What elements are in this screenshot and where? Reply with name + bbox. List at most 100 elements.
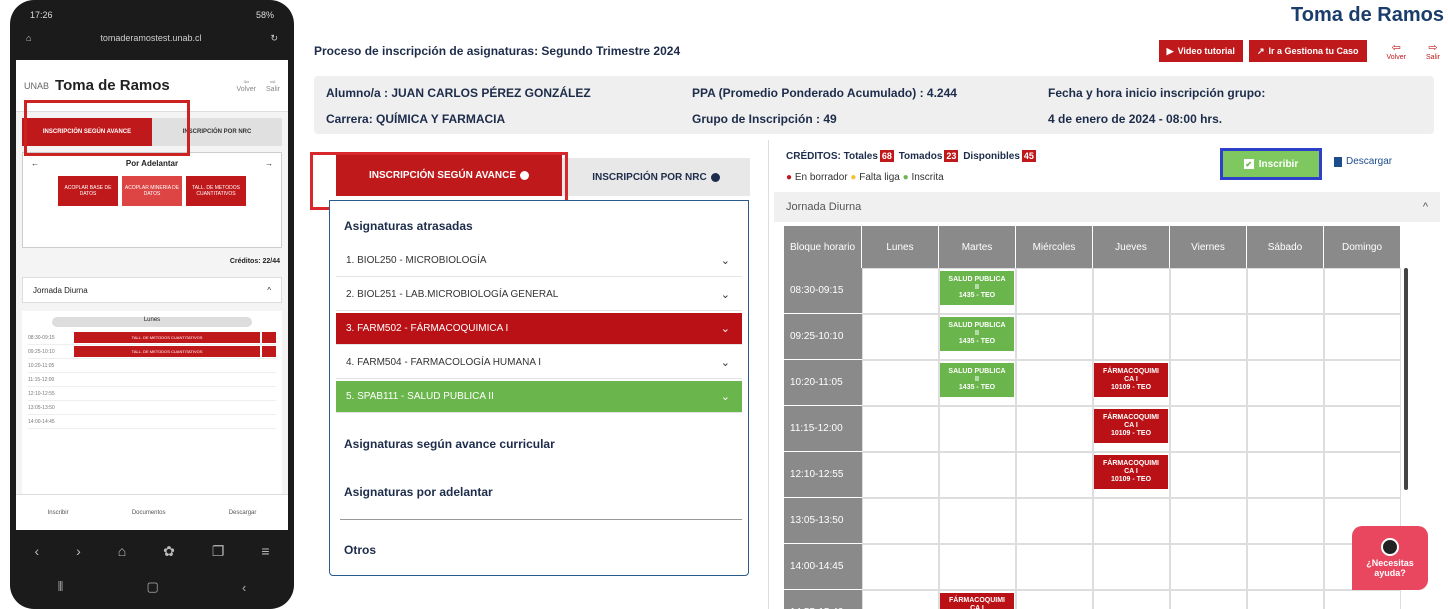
course-item[interactable]: 1. BIOL250 - MICROBIOLOGÍA ⌄ (336, 245, 742, 277)
course-item[interactable]: 5. SPAB111 - SALUD PUBLICA II ⌄ (336, 381, 742, 413)
grid-cell[interactable] (1093, 590, 1170, 609)
grid-cell[interactable] (1170, 268, 1247, 314)
grid-cell[interactable] (1016, 314, 1093, 360)
grid-cell[interactable] (1170, 498, 1247, 544)
arrow-right-icon[interactable]: → (265, 159, 273, 168)
phone-salir-button[interactable]: ⇨ Salir (266, 78, 280, 93)
grid-cell[interactable] (1324, 406, 1401, 452)
grid-cell[interactable] (1324, 268, 1401, 314)
grid-cell[interactable] (1247, 314, 1324, 360)
recent-apps-icon[interactable]: ⦀ (58, 579, 64, 595)
grid-cell[interactable] (1093, 268, 1170, 314)
grid-cell[interactable] (1170, 544, 1247, 590)
grid-cell[interactable] (1170, 314, 1247, 360)
phone-inscribir-tab[interactable]: Inscribir (48, 510, 69, 516)
schedule-event[interactable]: FÁRMACOQUIMI CA I 10109 - TEO (1094, 409, 1168, 443)
grid-cell[interactable] (1016, 360, 1093, 406)
reload-icon[interactable]: ↻ (270, 33, 278, 44)
phone-event[interactable]: TALL. DE METODOS CUANTITATIVOS (74, 346, 260, 357)
volver-button[interactable]: ⇦ Volver (1387, 41, 1406, 61)
scrollbar[interactable] (1404, 268, 1408, 490)
grid-cell[interactable] (1324, 314, 1401, 360)
grid-cell[interactable] (862, 406, 939, 452)
grid-cell[interactable] (1093, 314, 1170, 360)
grid-cell[interactable] (1093, 498, 1170, 544)
grid-cell[interactable] (1170, 360, 1247, 406)
grid-cell[interactable] (1093, 544, 1170, 590)
schedule-event[interactable]: SALUD PUBLICA II 1435 - TEO (940, 363, 1014, 397)
grid-cell[interactable] (1016, 406, 1093, 452)
grid-cell[interactable] (1016, 268, 1093, 314)
grid-cell[interactable] (1170, 590, 1247, 609)
grid-cell[interactable] (862, 452, 939, 498)
grid-cell[interactable] (862, 360, 939, 406)
schedule-event[interactable]: SALUD PUBLICA II 1435 - TEO (940, 317, 1014, 351)
phone-descargar-tab[interactable]: Descargar (229, 510, 257, 516)
course-item[interactable]: 4. FARM504 - FARMACOLOGÍA HUMANA I ⌄ (336, 347, 742, 379)
phone-documentos-tab[interactable]: Documentos (132, 510, 166, 516)
forward-icon[interactable]: › (76, 543, 81, 559)
grid-cell[interactable] (939, 452, 1016, 498)
tabs-icon[interactable]: ❐ (212, 543, 225, 560)
grid-cell[interactable] (1247, 452, 1324, 498)
grid-cell[interactable] (1016, 452, 1093, 498)
phone-volver-button[interactable]: ⇦ Volver (237, 78, 256, 93)
grid-cell[interactable] (1324, 452, 1401, 498)
grid-cell[interactable] (939, 544, 1016, 590)
course-item[interactable]: 3. FARM502 - FÁRMACOQUIMICA I ⌄ (336, 313, 742, 345)
phone-event[interactable]: TALL. DE METODOS CUANTITATIVOS (74, 332, 260, 343)
help-button[interactable]: ¿Necesitas ayuda? (1352, 526, 1428, 590)
home-button-icon[interactable]: ▢ (147, 579, 159, 595)
schedule-event[interactable]: SALUD PUBLICA II 1435 - TEO (940, 271, 1014, 305)
grid-cell[interactable] (862, 268, 939, 314)
tab-inscripcion-nrc[interactable]: INSCRIPCIÓN POR NRC (562, 158, 750, 196)
phone-course-card[interactable]: ACOPLAR BASE DE DATOS (58, 176, 118, 206)
grid-cell[interactable] (1016, 498, 1093, 544)
borrador-dot-icon: ● (786, 172, 793, 183)
home-icon[interactable]: ⌂ (118, 543, 126, 559)
grid-cell[interactable] (1247, 590, 1324, 609)
grid-cell[interactable] (862, 544, 939, 590)
schedule-event[interactable]: FÁRMACOQUIMI CA I 10109 - TEO (1094, 363, 1168, 397)
inscribir-button[interactable]: ✔ Inscribir (1220, 148, 1322, 180)
course-item[interactable]: 2. BIOL251 - LAB.MICROBIOLOGÍA GENERAL ⌄ (336, 279, 742, 311)
grid-cell[interactable] (862, 498, 939, 544)
phone-course-card[interactable]: ACOPLAR MINERIA DE DATOS (122, 176, 182, 206)
back-arrow-icon[interactable]: ‹ (242, 580, 246, 595)
grid-cell[interactable] (939, 406, 1016, 452)
grid-cell[interactable] (1247, 360, 1324, 406)
section-avance-curricular[interactable]: Asignaturas según avance curricular (344, 437, 555, 451)
section-por-adelantar[interactable]: Asignaturas por adelantar (344, 485, 493, 499)
descargar-link[interactable]: Descargar (1334, 156, 1392, 167)
grid-cell[interactable] (1170, 452, 1247, 498)
phone-course-card[interactable]: TALL. DE METODOS CUANTITATIVOS (186, 176, 246, 206)
phone-jornada-header[interactable]: Jornada Diurna ^ (22, 277, 282, 303)
share-icon[interactable]: ✿ (163, 543, 175, 560)
phone-url-bar[interactable]: ⌂ tomaderamostest.unab.cl ↻ (16, 24, 288, 52)
grid-cell[interactable] (862, 314, 939, 360)
jornada-header[interactable]: Jornada Diurna ^ (774, 192, 1440, 222)
grid-cell[interactable] (939, 498, 1016, 544)
trash-icon[interactable] (262, 332, 276, 343)
grid-time-label: 14:55-15:40 (784, 590, 862, 609)
salir-button[interactable]: ⇨ Salir (1426, 41, 1440, 61)
grid-cell[interactable] (862, 590, 939, 609)
grid-cell[interactable] (1247, 406, 1324, 452)
grid-cell[interactable] (1016, 544, 1093, 590)
schedule-event[interactable]: FÁRMACOQUIMI CA I (940, 593, 1014, 609)
menu-icon[interactable]: ≡ (261, 543, 269, 559)
grid-cell[interactable] (1170, 406, 1247, 452)
video-tutorial-button[interactable]: ▶ Video tutorial (1158, 40, 1243, 62)
arrow-left-icon[interactable]: ← (31, 159, 39, 168)
gestiona-caso-button[interactable]: ↗ Ir a Gestiona tu Caso (1248, 40, 1367, 62)
grid-cell[interactable] (1016, 590, 1093, 609)
grid-cell[interactable] (1247, 544, 1324, 590)
back-icon[interactable]: ‹ (34, 543, 39, 559)
grid-cell[interactable] (1324, 590, 1401, 609)
section-otros[interactable]: Otros (344, 543, 376, 557)
grid-cell[interactable] (1247, 498, 1324, 544)
grid-cell[interactable] (1324, 360, 1401, 406)
trash-icon[interactable] (262, 346, 276, 357)
grid-cell[interactable] (1247, 268, 1324, 314)
schedule-event[interactable]: FÁRMACOQUIMI CA I 10109 - TEO (1094, 455, 1168, 489)
